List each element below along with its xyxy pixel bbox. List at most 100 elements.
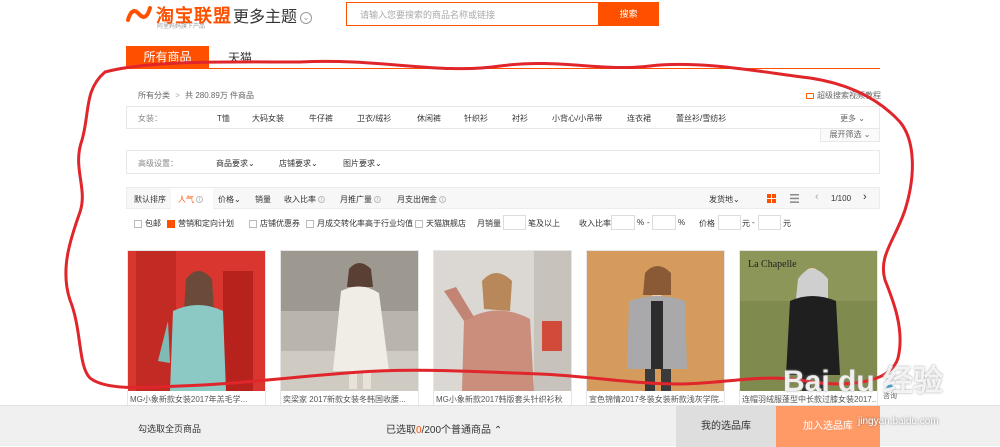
- breadcrumb: 所有分类 > 共 280.89万 件商品: [138, 90, 254, 101]
- checkbox-icon: [306, 219, 314, 228]
- logo-icon: [126, 6, 152, 22]
- chevron-up-icon: ⌃: [493, 425, 503, 436]
- search-input[interactable]: 请输入您要搜索的商品名称或链接: [346, 2, 598, 26]
- breadcrumb-separator: >: [175, 91, 180, 100]
- sort-popularity[interactable]: 人气 i: [171, 188, 213, 210]
- my-library-button[interactable]: 我的选品库: [676, 406, 776, 447]
- baidu-watermark: Bai du 经验: [783, 365, 944, 398]
- category-item[interactable]: 蕾丝衫/雪纺衫: [676, 113, 726, 124]
- sort-default[interactable]: 默认排序: [134, 194, 166, 205]
- sort-label: 价格: [218, 195, 234, 204]
- product-card[interactable]: 宣色锦情2017冬装女装新款浅灰学院...: [586, 250, 725, 410]
- checkbox-icon: [415, 219, 423, 228]
- selection-count[interactable]: 已选取0/200个普通商品 ⌃: [386, 421, 502, 436]
- category-item[interactable]: 连衣裙: [627, 113, 651, 124]
- tmall-flagship-checkbox[interactable]: 天猫旗舰店: [415, 218, 466, 229]
- sort-price[interactable]: 价格⌄: [218, 194, 241, 205]
- info-icon: i: [374, 196, 381, 204]
- product-title[interactable]: MG小象新款女装2017年羔毛学...: [130, 394, 264, 405]
- search-button[interactable]: 搜索: [598, 2, 659, 26]
- category-item[interactable]: T恤: [217, 113, 230, 124]
- image-requirements-dropdown[interactable]: 图片要求⌄: [343, 158, 382, 169]
- sort-bar: 默认排序 人气 i 价格⌄ 销量 收入比率 i 月推广量 i 月支出佣金 i 发货地⌄ …: [126, 187, 880, 210]
- product-image: [587, 251, 724, 391]
- category-filter-row: 女装： T恤 大码女装 牛仔裤 卫衣/绒衫 休闲裤 针织衫 衬衫 小背心/小吊带…: [126, 106, 880, 129]
- checkbox-icon: [134, 219, 142, 228]
- tab-all-products[interactable]: 所有商品: [126, 46, 209, 68]
- price-max-input[interactable]: [758, 215, 781, 230]
- filter-row: 包邮 营销和定向计划 店铺优惠券 月成交转化率高于行业均值 天猫旗舰店 月销量 …: [126, 213, 880, 233]
- advanced-settings-row: 高级设置： 商品要求⌄ 店铺要求⌄ 图片要求⌄: [126, 150, 880, 174]
- svg-text:La Chapelle: La Chapelle: [748, 259, 797, 270]
- range-dash: -: [647, 218, 650, 227]
- expand-filters-button[interactable]: 展开筛选 ⌄: [820, 129, 880, 142]
- sort-sales[interactable]: 销量: [255, 194, 271, 205]
- shop-requirements-dropdown[interactable]: 店铺要求⌄: [279, 158, 318, 169]
- product-title[interactable]: 宣色锦情2017冬装女装新款浅灰学院...: [589, 394, 723, 405]
- category-item[interactable]: 卫衣/绒衫: [357, 113, 391, 124]
- product-title[interactable]: MG小象新款2017韩版套头针织衫秋: [436, 394, 570, 405]
- grid-view-icon[interactable]: [767, 194, 776, 203]
- product-card[interactable]: MG小象新款女装2017年羔毛学...: [127, 250, 266, 410]
- category-more-button[interactable]: 更多 ⌄: [840, 113, 865, 124]
- sort-monthly-promo[interactable]: 月推广量 i: [340, 194, 381, 205]
- product-title[interactable]: 奕梁家 2017新款女装冬韩国收腰...: [283, 394, 417, 405]
- monthly-sales-suffix: 笔及以上: [528, 219, 560, 228]
- category-item[interactable]: 针织衫: [464, 113, 488, 124]
- monthly-sales-label: 月销量: [477, 219, 501, 228]
- info-icon: i: [318, 196, 325, 204]
- price-min-input[interactable]: [718, 215, 741, 230]
- price-label: 价格: [699, 219, 715, 228]
- dropdown-label: 图片要求: [343, 159, 375, 168]
- tab-tmall[interactable]: 天猫: [228, 49, 252, 66]
- category-item[interactable]: 休闲裤: [417, 113, 441, 124]
- next-page-icon[interactable]: ›: [863, 191, 867, 203]
- tab-underline: [126, 68, 880, 69]
- page-indicator: 1/100: [831, 194, 852, 203]
- yuan-unit: 元: [742, 219, 750, 228]
- shipping-origin-dropdown[interactable]: 发货地⌄: [709, 194, 740, 205]
- product-requirements-dropdown[interactable]: 商品要求⌄: [216, 158, 255, 169]
- checkbox-label: 包邮: [145, 219, 161, 228]
- product-card[interactable]: 奕梁家 2017新款女装冬韩国收腰...: [280, 250, 419, 410]
- percent-unit: %: [678, 218, 686, 227]
- product-image: [128, 251, 265, 391]
- income-min-input[interactable]: [611, 215, 635, 230]
- shop-coupon-checkbox[interactable]: 店铺优惠券: [249, 218, 300, 229]
- product-image: [281, 251, 418, 391]
- conversion-checkbox[interactable]: 月成交转化率高于行业均值: [306, 218, 413, 229]
- taobao-union-logo[interactable]: 淘宝联盟 阿里妈妈旗下产品: [126, 2, 231, 30]
- sort-monthly-commission[interactable]: 月支出佣金 i: [397, 194, 446, 205]
- monthly-sales-input[interactable]: [503, 215, 526, 230]
- checkbox-label: 店铺优惠券: [260, 219, 300, 228]
- prev-page-icon[interactable]: ‹: [815, 191, 819, 203]
- select-all-page-button[interactable]: 勾选取全页商品: [138, 422, 201, 435]
- marketing-plan-checkbox[interactable]: 营销和定向计划: [167, 218, 234, 229]
- checkbox-checked-icon: [167, 219, 175, 228]
- product-card[interactable]: MG小象新款2017韩版套头针织衫秋: [433, 250, 572, 410]
- chevron-down-icon: ⌄: [300, 11, 313, 24]
- more-themes-dropdown[interactable]: 更多主题 ⌄: [233, 3, 313, 27]
- bottom-selection-bar: 勾选取全页商品 已选取0/200个普通商品 ⌃ 我的选品库 加入选品库: [0, 405, 1000, 447]
- free-shipping-checkbox[interactable]: 包邮: [134, 218, 161, 229]
- sort-label: 收入比率: [284, 195, 316, 204]
- category-item[interactable]: 牛仔裤: [309, 113, 333, 124]
- video-tutorial-link[interactable]: 超级搜索视频教程: [806, 90, 881, 101]
- expand-label: 展开筛选: [829, 130, 862, 139]
- checkbox-icon: [249, 219, 257, 228]
- sort-label: 月推广量: [340, 195, 372, 204]
- income-ratio-label: 收入比率: [579, 219, 611, 228]
- video-tutorial-label: 超级搜索视频教程: [817, 91, 881, 100]
- list-view-icon[interactable]: [790, 194, 799, 203]
- range-dash: -: [752, 218, 755, 227]
- breadcrumb-root[interactable]: 所有分类: [138, 91, 170, 100]
- category-item[interactable]: 大码女装: [252, 113, 284, 124]
- sort-income-ratio[interactable]: 收入比率 i: [284, 194, 325, 205]
- category-item[interactable]: 衬衫: [512, 113, 528, 124]
- category-label: 女装：: [138, 114, 162, 123]
- income-max-input[interactable]: [652, 215, 676, 230]
- shipping-label: 发货地: [709, 195, 733, 204]
- selected-prefix: 已选取: [386, 425, 416, 436]
- watermark-url: jingyan.baidu.com: [858, 416, 939, 427]
- category-item[interactable]: 小背心/小吊带: [552, 113, 602, 124]
